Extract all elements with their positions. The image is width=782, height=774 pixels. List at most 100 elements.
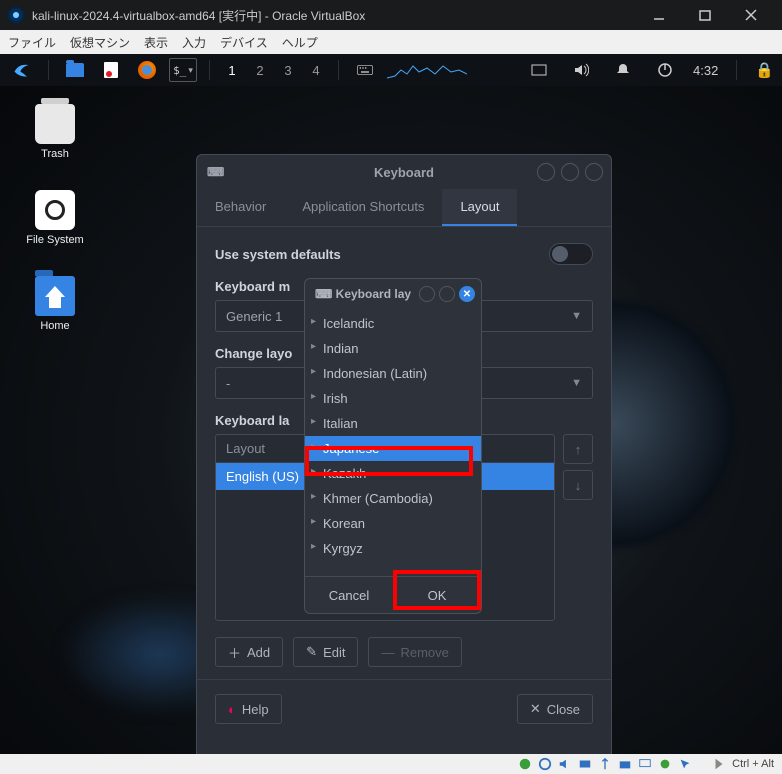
- close-settings-button[interactable]: ✕Close: [517, 694, 593, 724]
- home-folder-icon: [35, 276, 75, 316]
- add-layout-button[interactable]: ＋Add: [215, 637, 283, 667]
- vbox-menu-help[interactable]: ヘルプ: [282, 34, 318, 51]
- workspace-4[interactable]: 4: [306, 63, 326, 78]
- keyboard-window-titlebar[interactable]: ⌨ Keyboard: [197, 155, 611, 189]
- keyboard-model-value: Generic 1: [226, 309, 282, 324]
- use-defaults-toggle[interactable]: [549, 243, 593, 265]
- lang-indian[interactable]: Indian: [305, 336, 481, 361]
- filesystem-label: File System: [26, 234, 83, 246]
- popup-minimize-button[interactable]: [419, 286, 435, 302]
- tab-app-shortcuts[interactable]: Application Shortcuts: [284, 189, 442, 226]
- close-button[interactable]: [728, 0, 774, 30]
- lang-indonesian[interactable]: Indonesian (Latin): [305, 361, 481, 386]
- trash-icon: [35, 104, 75, 144]
- host-key-icon: [712, 757, 726, 771]
- usb-indicator-icon[interactable]: [598, 757, 612, 771]
- kb-maximize-button[interactable]: [561, 163, 579, 181]
- vbox-menu-view[interactable]: 表示: [144, 34, 168, 51]
- tab-behavior[interactable]: Behavior: [197, 189, 284, 226]
- popup-title: Keyboard lay: [336, 287, 411, 301]
- edit-layout-button[interactable]: ✎Edit: [293, 637, 358, 667]
- vbox-titlebar: kali-linux-2024.4-virtualbox-amd64 [実行中]…: [0, 0, 782, 30]
- vbox-window-title: kali-linux-2024.4-virtualbox-amd64 [実行中]…: [32, 7, 365, 24]
- vbox-menu-devices[interactable]: デバイス: [220, 34, 268, 51]
- filesystem-icon: [35, 190, 75, 230]
- add-layout-dialog: ⌨ Keyboard lay ✕ Icelandic Indian Indone…: [304, 278, 482, 614]
- popup-ok-button[interactable]: OK: [393, 577, 481, 613]
- host-key-label: Ctrl + Alt: [732, 758, 774, 770]
- help-button[interactable]: ◐Help: [215, 694, 282, 724]
- keyboard-titlebar-icon: ⌨: [207, 165, 224, 179]
- recording-indicator-icon[interactable]: [658, 757, 672, 771]
- chevron-down-icon: ▼: [571, 310, 582, 322]
- terminal-launcher[interactable]: $_: [169, 58, 197, 82]
- optical-indicator-icon[interactable]: [538, 757, 552, 771]
- hdd-indicator-icon[interactable]: [518, 757, 532, 771]
- mouse-integration-icon[interactable]: [678, 757, 692, 771]
- clock[interactable]: 4:32: [693, 63, 718, 78]
- use-defaults-label: Use system defaults: [215, 247, 341, 262]
- desktop-filesystem[interactable]: File System: [20, 190, 90, 246]
- tab-layout[interactable]: Layout: [442, 189, 517, 226]
- kb-tabs: Behavior Application Shortcuts Layout: [197, 189, 611, 227]
- network-indicator-icon[interactable]: [578, 757, 592, 771]
- files-launcher[interactable]: [61, 58, 89, 82]
- text-editor-launcher[interactable]: [97, 58, 125, 82]
- lang-icelandic[interactable]: Icelandic: [305, 311, 481, 336]
- vbox-menu-input[interactable]: 入力: [182, 34, 206, 51]
- display-indicator-icon[interactable]: [638, 757, 652, 771]
- chevron-down-icon: ▼: [571, 377, 582, 389]
- workspace-3[interactable]: 3: [278, 63, 298, 78]
- keyboard-taskbar-button[interactable]: [351, 58, 379, 82]
- workspace-1[interactable]: 1: [222, 63, 242, 78]
- kali-menu-button[interactable]: [8, 58, 36, 82]
- popup-close-button[interactable]: ✕: [459, 286, 475, 302]
- popup-maximize-button[interactable]: [439, 286, 455, 302]
- workspace-2[interactable]: 2: [250, 63, 270, 78]
- virtualbox-icon: [8, 7, 24, 23]
- vbox-menu-vm[interactable]: 仮想マシン: [70, 34, 130, 51]
- shared-folder-indicator-icon[interactable]: [618, 757, 632, 771]
- desktop-home[interactable]: Home: [20, 276, 90, 332]
- firefox-launcher[interactable]: [133, 58, 161, 82]
- remove-layout-button[interactable]: —Remove: [368, 637, 461, 667]
- lang-kyrgyz[interactable]: Kyrgyz: [305, 536, 481, 561]
- kb-minimize-button[interactable]: [537, 163, 555, 181]
- vbox-menu-file[interactable]: ファイル: [8, 34, 56, 51]
- desktop-trash[interactable]: Trash: [20, 104, 90, 160]
- layout-language-list[interactable]: Icelandic Indian Indonesian (Latin) Iris…: [305, 309, 481, 576]
- show-desktop-button[interactable]: [525, 58, 553, 82]
- lang-japanese[interactable]: Japanese: [305, 436, 481, 461]
- popup-cancel-button[interactable]: Cancel: [305, 577, 393, 613]
- home-label: Home: [40, 320, 69, 332]
- cpu-graph[interactable]: [387, 60, 467, 80]
- lang-irish[interactable]: Irish: [305, 386, 481, 411]
- lang-khmer[interactable]: Khmer (Cambodia): [305, 486, 481, 511]
- guest-desktop: $_ 1 2 3 4 4:32 🔒 Trash File System: [0, 54, 782, 754]
- pencil-icon: ✎: [306, 644, 317, 660]
- vbox-menubar[interactable]: ファイル 仮想マシン 表示 入力 デバイス ヘルプ: [0, 30, 782, 54]
- kali-top-panel: $_ 1 2 3 4 4:32 🔒: [0, 54, 782, 86]
- lang-italian[interactable]: Italian: [305, 411, 481, 436]
- vbox-statusbar: Ctrl + Alt: [0, 754, 782, 774]
- help-icon: ◐: [228, 702, 236, 717]
- move-up-button[interactable]: ↑: [563, 434, 593, 464]
- change-layout-value: -: [226, 376, 230, 391]
- close-icon: ✕: [530, 701, 541, 717]
- minimize-button[interactable]: [636, 0, 682, 30]
- notification-icon[interactable]: [609, 58, 637, 82]
- maximize-button[interactable]: [682, 0, 728, 30]
- plus-icon: ＋: [228, 643, 241, 662]
- kb-close-button[interactable]: [585, 163, 603, 181]
- power-icon[interactable]: [651, 58, 679, 82]
- popup-titlebar[interactable]: ⌨ Keyboard lay ✕: [305, 279, 481, 309]
- lock-icon[interactable]: 🔒: [755, 61, 774, 79]
- move-down-button[interactable]: ↓: [563, 470, 593, 500]
- keyboard-popup-icon: ⌨: [315, 287, 332, 301]
- keyboard-window-title: Keyboard: [374, 165, 434, 180]
- audio-indicator-icon[interactable]: [558, 757, 572, 771]
- trash-label: Trash: [41, 148, 69, 160]
- lang-kazakh[interactable]: Kazakh: [305, 461, 481, 486]
- volume-icon[interactable]: [567, 58, 595, 82]
- lang-korean[interactable]: Korean: [305, 511, 481, 536]
